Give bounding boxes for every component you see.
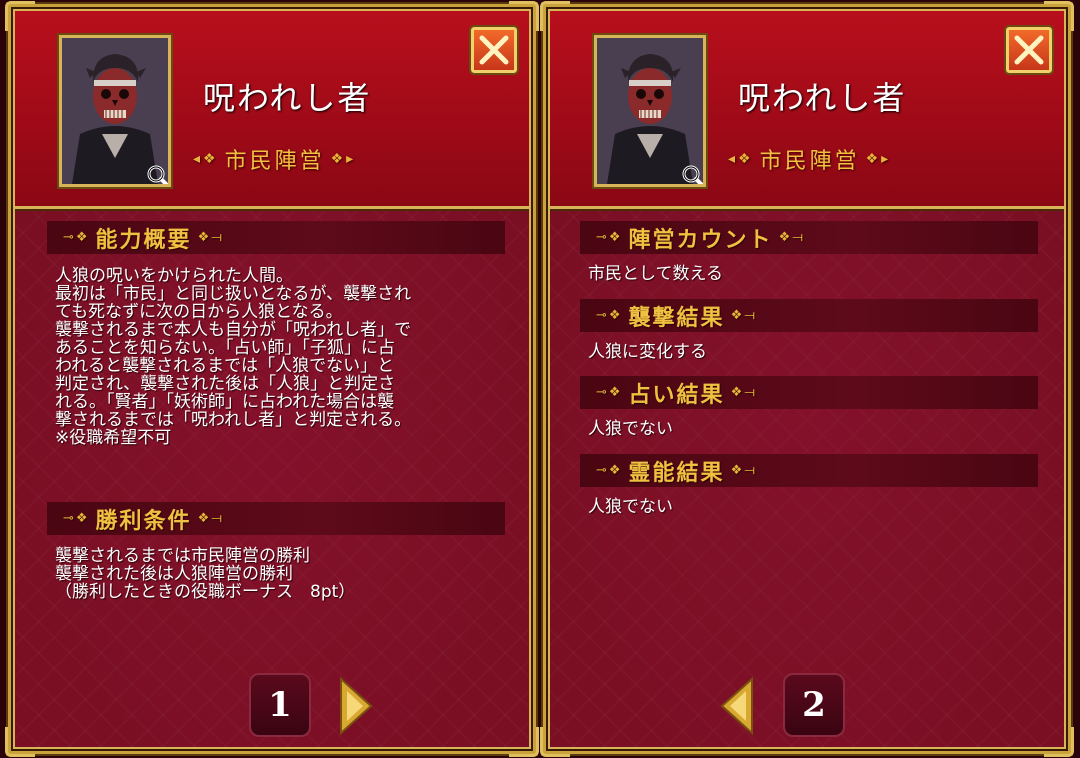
arrow-ornament-icon: ⊸❖ xyxy=(596,463,623,478)
magnifier-icon[interactable] xyxy=(681,164,706,187)
frame-corner xyxy=(5,727,35,757)
faction-label: ◂❖ 市民陣営 ❖▸ xyxy=(193,143,356,175)
close-button[interactable] xyxy=(1004,25,1054,75)
arrow-ornament-icon: ⊸❖ xyxy=(596,230,623,245)
frame-corner xyxy=(509,727,539,757)
arrow-ornament-icon: ⊸❖ xyxy=(596,385,623,400)
section-title-victory: ⊸❖ 勝利条件 ❖⟞ xyxy=(47,502,505,535)
left-arrow-icon xyxy=(720,676,753,736)
page-number: 1 xyxy=(249,673,311,737)
role-portrait[interactable] xyxy=(57,33,173,189)
prev-page-button[interactable] xyxy=(718,675,756,737)
role-header: 呪われし者 ◂❖ 市民陣営 ❖▸ xyxy=(15,11,529,209)
right-arrow-icon xyxy=(340,676,373,736)
magnifier-icon[interactable] xyxy=(146,164,171,187)
faction-count-text: 市民として数える xyxy=(588,264,723,284)
section-title-divination-result: ⊸❖ 占い結果 ❖⟞ xyxy=(580,376,1038,409)
arrow-ornament-icon: ⊸❖ xyxy=(596,308,623,323)
role-portrait[interactable] xyxy=(592,33,708,189)
victory-description: 襲撃されるまでは市民陣営の勝利 襲撃された後は人狼陣営の勝利 （勝利したときの役… xyxy=(55,546,356,602)
role-detail-panel-page-2: 呪われし者 ◂❖ 市民陣営 ❖▸ ⊸❖ 陣営カウント ❖⟞ 市民として数える ⊸… xyxy=(540,1,1074,757)
close-x-icon xyxy=(479,35,509,65)
section-title-faction-count: ⊸❖ 陣営カウント ❖⟞ xyxy=(580,221,1038,254)
role-header: 呪われし者 ◂❖ 市民陣営 ❖▸ xyxy=(550,11,1064,209)
attack-result-text: 人狼に変化する xyxy=(588,342,707,362)
arrow-ornament-icon: ◂❖ xyxy=(728,151,754,167)
section-title-ability: ⊸❖ 能力概要 ❖⟞ xyxy=(47,221,505,254)
faction-text: 市民陣営 xyxy=(759,149,860,174)
faction-text: 市民陣営 xyxy=(224,149,325,174)
arrow-ornament-icon: ❖⟞ xyxy=(197,511,225,526)
arrow-ornament-icon: ❖⟞ xyxy=(197,230,225,245)
frame-corner xyxy=(1044,727,1074,757)
arrow-ornament-icon: ❖▸ xyxy=(865,151,892,167)
arrow-ornament-icon: ❖▸ xyxy=(330,151,357,167)
cursed-man-portrait-image xyxy=(597,38,703,184)
medium-result-text: 人狼でない xyxy=(588,497,673,517)
role-detail-panel-page-1: 呪われし者 ◂❖ 市民陣営 ❖▸ ⊸❖ 能力概要 ❖⟞ 人狼の呪いをかけられた人… xyxy=(5,1,539,757)
arrow-ornament-icon: ❖⟞ xyxy=(778,230,806,245)
arrow-ornament-icon: ⊸❖ xyxy=(63,511,90,526)
arrow-ornament-icon: ◂❖ xyxy=(193,151,219,167)
page-number: 2 xyxy=(783,673,845,737)
arrow-ornament-icon: ⊸❖ xyxy=(63,230,90,245)
section-title-medium-result: ⊸❖ 霊能結果 ❖⟞ xyxy=(580,454,1038,487)
frame-corner xyxy=(540,727,570,757)
ability-description: 人狼の呪いをかけられた人間。 最初は「市民」と同じ扱いとなるが、襲撃され ても死… xyxy=(55,266,412,448)
arrow-ornament-icon: ❖⟞ xyxy=(730,308,758,323)
next-page-button[interactable] xyxy=(337,675,375,737)
role-name: 呪われし者 xyxy=(738,79,907,117)
divination-result-text: 人狼でない xyxy=(588,419,673,439)
arrow-ornament-icon: ❖⟞ xyxy=(730,463,758,478)
arrow-ornament-icon: ❖⟞ xyxy=(730,385,758,400)
close-button[interactable] xyxy=(469,25,519,75)
section-title-attack-result: ⊸❖ 襲撃結果 ❖⟞ xyxy=(580,299,1038,332)
faction-label: ◂❖ 市民陣営 ❖▸ xyxy=(728,143,891,175)
cursed-man-portrait-image xyxy=(62,38,168,184)
close-x-icon xyxy=(1014,35,1044,65)
role-name: 呪われし者 xyxy=(203,79,372,117)
